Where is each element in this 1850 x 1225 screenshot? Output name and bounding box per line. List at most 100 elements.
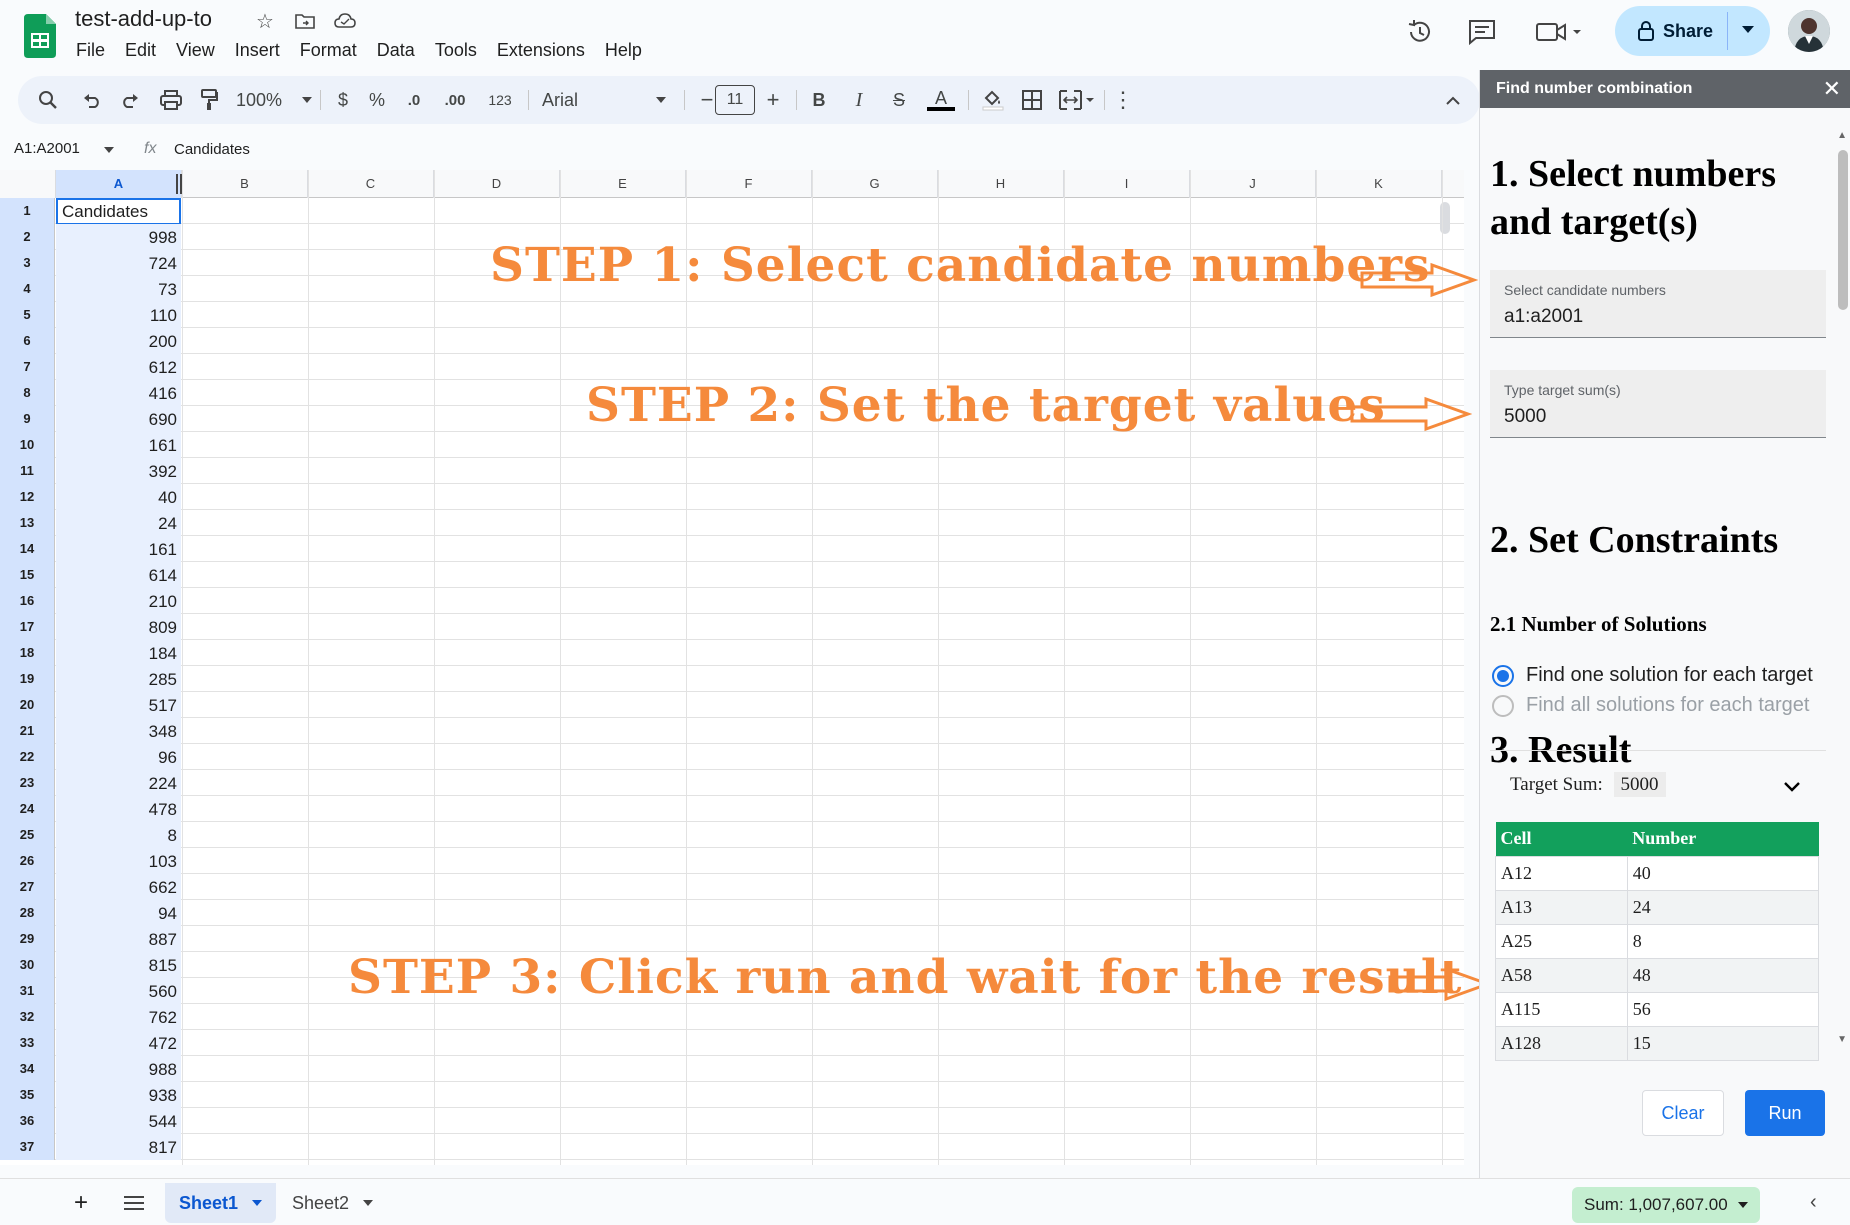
collapse-toolbar-icon[interactable] [1438,76,1468,124]
row-header[interactable]: 35 [0,1082,55,1108]
menu-edit[interactable]: Edit [115,38,166,62]
comments-icon[interactable] [1462,12,1502,52]
column-header-g[interactable]: G [812,170,938,198]
move-folder-icon[interactable] [292,8,318,34]
cell-a[interactable]: 161 [56,432,181,458]
row-header[interactable]: 14 [0,536,55,562]
text-color-button[interactable]: A [924,76,958,124]
menu-data[interactable]: Data [367,38,425,62]
result-cell[interactable]: A58 [1495,957,1628,993]
radio-find-all[interactable]: Find all solutions for each target [1492,694,1810,717]
cell-a[interactable]: 612 [56,354,181,380]
result-cell[interactable]: A25 [1495,923,1628,959]
cell-a[interactable]: 96 [56,744,181,770]
cell-a[interactable]: 614 [56,562,181,588]
row-header[interactable]: 22 [0,744,55,770]
result-cell[interactable]: A128 [1495,1025,1628,1061]
cell-a[interactable]: 110 [56,302,181,328]
row-header[interactable]: 1 [0,198,55,224]
cell-a[interactable]: 938 [56,1082,181,1108]
row-header[interactable]: 24 [0,796,55,822]
row-header[interactable]: 29 [0,926,55,952]
row-header[interactable]: 15 [0,562,55,588]
print-icon[interactable] [156,76,186,124]
cell-a[interactable]: 200 [56,328,181,354]
menu-help[interactable]: Help [595,38,652,62]
font-size-input[interactable]: 11 [714,76,756,124]
result-cell[interactable]: A13 [1495,889,1628,925]
row-header[interactable]: 2 [0,224,55,250]
menu-extensions[interactable]: Extensions [487,38,595,62]
row-header[interactable]: 5 [0,302,55,328]
document-title[interactable]: test-add-up-to [75,6,212,32]
row-header[interactable]: 18 [0,640,55,666]
row-header[interactable]: 28 [0,900,55,926]
sheets-logo-icon[interactable] [24,14,56,58]
row-header[interactable]: 9 [0,406,55,432]
fill-color-icon[interactable] [976,76,1010,124]
sidebar-scrollbar[interactable] [1838,150,1848,310]
row-header[interactable]: 12 [0,484,55,510]
cell-a[interactable]: 988 [56,1056,181,1082]
font-family-select[interactable]: Arial [542,76,672,124]
cell-a[interactable]: 472 [56,1030,181,1056]
radio-find-one[interactable]: Find one solution for each target [1492,664,1813,687]
cloud-status-icon[interactable] [332,8,358,34]
result-cell[interactable]: A115 [1495,991,1628,1027]
avatar[interactable] [1788,10,1830,52]
row-header[interactable]: 8 [0,380,55,406]
select-all-corner[interactable] [0,170,56,198]
strikethrough-button[interactable]: S [884,76,914,124]
target-sum-field[interactable]: Type target sum(s) 5000 [1490,370,1826,438]
more-options-icon[interactable]: ⋮ [1110,76,1136,124]
menu-tools[interactable]: Tools [425,38,487,62]
sum-chip[interactable]: Sum: 1,007,607.00 [1572,1187,1760,1223]
cell-a[interactable]: 94 [56,900,181,926]
column-header-c[interactable]: C [308,170,434,198]
redo-icon[interactable] [116,76,144,124]
row-header[interactable]: 19 [0,666,55,692]
zoom-select[interactable]: 100% [236,76,312,124]
row-header[interactable]: 6 [0,328,55,354]
add-sheet-icon[interactable]: + [60,1183,102,1223]
name-box[interactable]: A1:A2001 [14,140,115,157]
column-header-i[interactable]: I [1064,170,1190,198]
row-header[interactable]: 34 [0,1056,55,1082]
chevron-down-icon[interactable] [1784,782,1800,792]
result-cell[interactable]: A12 [1495,855,1628,891]
row-header[interactable]: 10 [0,432,55,458]
increase-decimal-button[interactable]: .00 [436,76,474,124]
target-sum-selector[interactable]: Target Sum: 5000 [1510,772,1666,797]
cell-a[interactable]: 224 [56,770,181,796]
row-header[interactable]: 33 [0,1030,55,1056]
row-header[interactable]: 27 [0,874,55,900]
cell-a[interactable]: 544 [56,1108,181,1134]
row-header[interactable]: 3 [0,250,55,276]
row-header[interactable]: 26 [0,848,55,874]
row-header[interactable]: 36 [0,1108,55,1134]
cell-a[interactable]: 285 [56,666,181,692]
scroll-up-icon[interactable]: ▲ [1837,130,1847,141]
italic-button[interactable]: I [844,76,874,124]
row-header[interactable]: 30 [0,952,55,978]
currency-format-button[interactable]: $ [328,76,358,124]
column-header-b[interactable]: B [182,170,308,198]
cell-a[interactable]: 392 [56,458,181,484]
share-dropdown-icon[interactable] [1742,26,1754,34]
row-header[interactable]: 23 [0,770,55,796]
spreadsheet-grid[interactable]: A B C D E F G H I J K 1 Candidates 2 998 3 72… [0,170,1464,1165]
cell-a[interactable]: 478 [56,796,181,822]
cell-a[interactable]: 103 [56,848,181,874]
column-header-j[interactable]: J [1190,170,1316,198]
cell-a[interactable]: 8 [56,822,181,848]
cell-a[interactable]: 40 [56,484,181,510]
row-header[interactable]: 20 [0,692,55,718]
close-icon[interactable]: ✕ [1823,76,1841,102]
scroll-down-icon[interactable]: ▼ [1837,1034,1847,1045]
row-header[interactable]: 17 [0,614,55,640]
row-header[interactable]: 13 [0,510,55,536]
share-button[interactable]: Share [1615,6,1770,56]
cell-a[interactable]: 690 [56,406,181,432]
chevron-left-icon[interactable]: ‹ [1810,1191,1817,1214]
cell-a[interactable]: 998 [56,224,181,250]
